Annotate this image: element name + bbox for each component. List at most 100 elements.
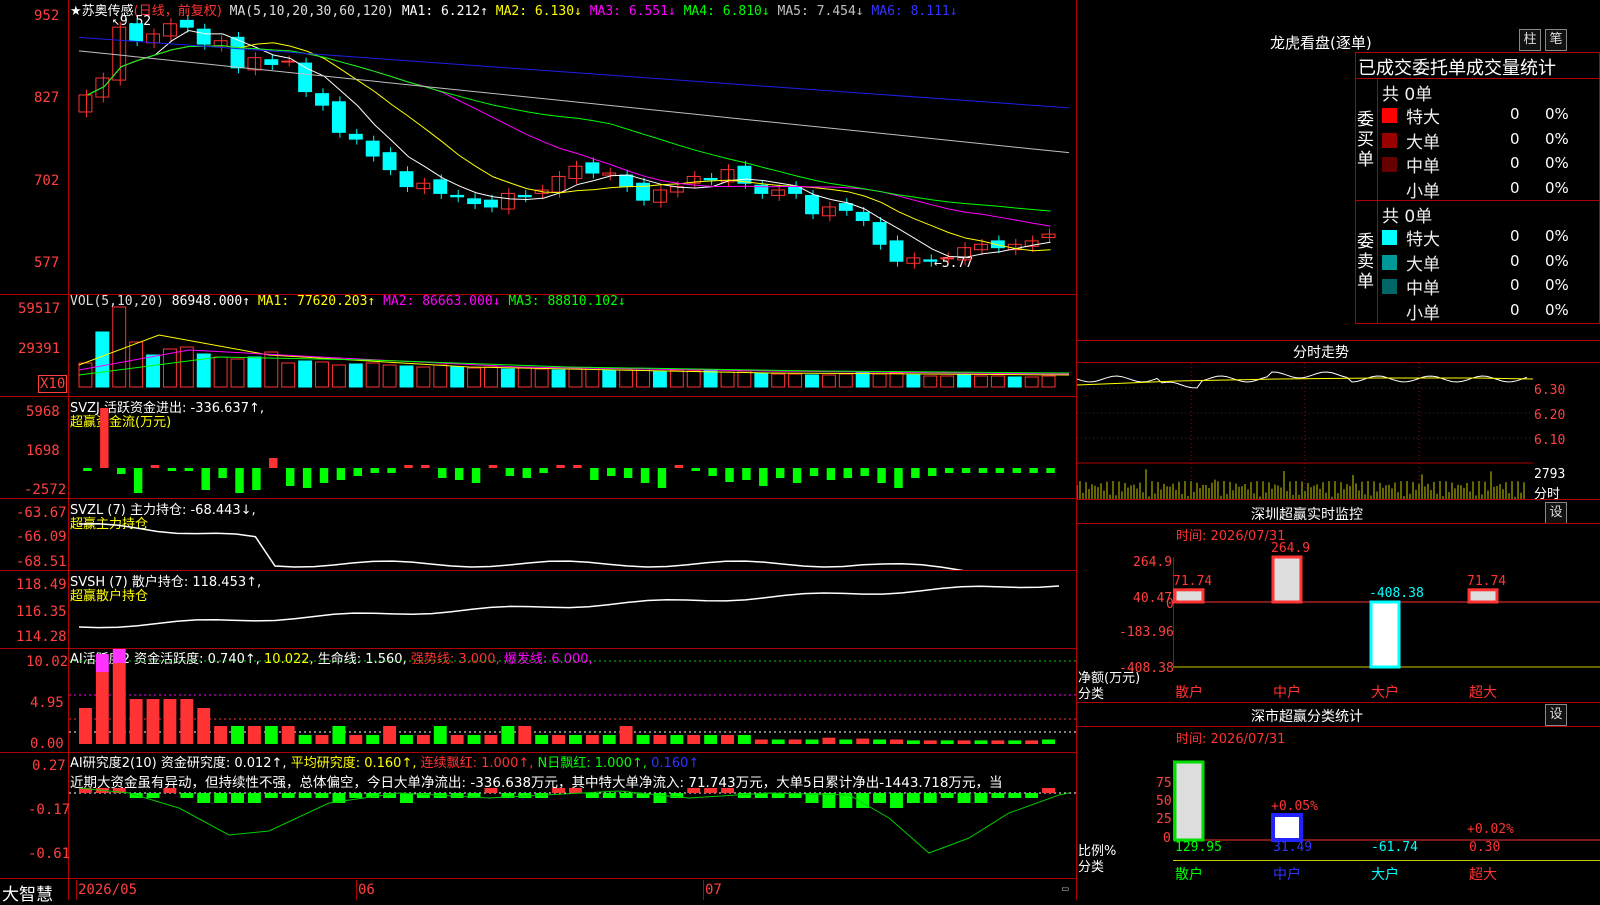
classify-category-label: 中户 xyxy=(1273,867,1301,883)
candle-up xyxy=(568,165,583,179)
order-size-label: 大单 xyxy=(1406,132,1440,153)
order-size-label: 小单 xyxy=(1406,303,1440,324)
fund-flow-bar xyxy=(742,468,751,480)
volume-bar xyxy=(230,358,245,388)
retail-position-chart[interactable] xyxy=(69,571,1076,648)
fund-flow-bar xyxy=(944,468,954,473)
main-position-chart[interactable] xyxy=(69,499,1076,570)
volume-bar xyxy=(821,374,836,388)
fund-flow-bar xyxy=(1046,468,1055,473)
volume-bar xyxy=(179,346,194,388)
activity-bar xyxy=(146,699,160,744)
fund-flow-bar xyxy=(252,468,261,490)
order-stats-divider xyxy=(1355,200,1600,201)
volume-bar xyxy=(433,364,448,388)
activity-bar xyxy=(433,726,447,744)
candle-down xyxy=(703,177,718,181)
fund-flow-bar xyxy=(218,468,227,478)
lock-icon[interactable]: ▭ xyxy=(1062,882,1069,895)
volume-bar xyxy=(568,368,583,388)
svzj-axis-label: 5968 xyxy=(26,404,60,420)
research-bar xyxy=(991,793,1005,798)
fund-flow-bar xyxy=(640,468,650,483)
monitor-settings-button[interactable]: 设 xyxy=(1545,502,1567,524)
order-color-swatch xyxy=(1382,157,1397,172)
activity-bar xyxy=(112,663,126,744)
activity-bar xyxy=(180,699,194,744)
activity-bar xyxy=(670,735,684,744)
activity-bar xyxy=(1025,740,1039,744)
research-bar xyxy=(1008,793,1022,798)
classify-axis-label: 0 xyxy=(1163,831,1171,846)
candle-up xyxy=(940,257,955,260)
volume-bar xyxy=(348,363,363,388)
bar-view-button[interactable]: 柱 xyxy=(1519,29,1541,51)
tick-view-button[interactable]: 笔 xyxy=(1545,29,1567,51)
net-amount-chart[interactable] xyxy=(1173,545,1600,680)
research-bar xyxy=(146,793,160,798)
order-size-label: 中单 xyxy=(1406,157,1440,177)
order-percent: 0% xyxy=(1545,105,1569,123)
classify-axis-label: 75 xyxy=(1156,776,1172,791)
fund-flow-bar xyxy=(539,468,548,473)
fund-flow-bar xyxy=(809,468,819,476)
activity-chart[interactable] xyxy=(69,649,1076,752)
research-bar xyxy=(957,793,971,803)
order-percent: 0% xyxy=(1545,227,1569,245)
research-bar xyxy=(619,793,633,798)
order-color-swatch xyxy=(1382,108,1397,123)
activity-bar xyxy=(906,740,920,744)
research-bar xyxy=(214,793,228,803)
svzl-axis-label: -66.09 xyxy=(16,529,67,545)
classify-divider xyxy=(1077,726,1600,727)
volume-bar xyxy=(365,362,380,388)
ai2-axis-label: -0.17 xyxy=(28,802,71,818)
svsh-axis-label: 116.35 xyxy=(16,604,67,620)
volume-chart[interactable] xyxy=(69,295,1076,396)
order-size-label: 大单 xyxy=(1406,254,1440,275)
activity-bar xyxy=(366,735,380,744)
fund-flow-bar xyxy=(184,468,194,471)
research-bar xyxy=(180,793,194,798)
fund-flow-bar xyxy=(150,465,160,468)
candle-up xyxy=(602,172,617,176)
fund-flow-bar xyxy=(775,468,785,478)
volume-bar xyxy=(838,373,853,388)
fund-flow-bar xyxy=(725,468,734,482)
classify-percent-label: +0.05% xyxy=(1271,799,1318,814)
activity-bar xyxy=(721,735,734,744)
classify-settings-button[interactable]: 设 xyxy=(1545,704,1567,726)
candle-up xyxy=(551,175,566,193)
candle-down xyxy=(467,198,482,205)
volume-bar xyxy=(788,373,803,388)
volume-bar xyxy=(636,368,650,388)
volume-bar xyxy=(213,356,228,388)
ai1-axis-label: 10.02 xyxy=(26,654,69,670)
volume-bar xyxy=(551,369,566,388)
classify-value-label: 31.49 xyxy=(1273,840,1313,855)
classify-bar xyxy=(1271,813,1303,842)
classify-axis-label: 50 xyxy=(1156,794,1172,809)
research-bar xyxy=(315,793,329,798)
activity-bar xyxy=(247,726,261,744)
candle-down xyxy=(196,28,211,45)
activity-burst-bar xyxy=(95,654,109,672)
activity-bar xyxy=(197,708,211,744)
buy-total: 共 0单 xyxy=(1382,85,1433,105)
volume-bar xyxy=(467,367,482,388)
volume-bar xyxy=(974,375,988,388)
research-chart[interactable] xyxy=(69,753,1076,878)
monitor-category-label: 中户 xyxy=(1273,685,1301,701)
research-bar xyxy=(687,788,701,793)
classify-title: 深市超赢分类统计 xyxy=(1251,709,1363,725)
date-tick xyxy=(703,880,704,900)
intraday-chart[interactable] xyxy=(1077,363,1533,499)
candle-down xyxy=(179,19,194,28)
fund-flow-bar xyxy=(370,468,379,473)
fund-flow-chart[interactable] xyxy=(69,397,1076,498)
candle-down xyxy=(855,211,870,222)
candlestick-chart[interactable] xyxy=(69,0,1076,294)
svzj-axis-label: 1698 xyxy=(26,443,60,459)
fund-flow-bar xyxy=(877,468,886,483)
panel-separator xyxy=(0,878,1077,879)
